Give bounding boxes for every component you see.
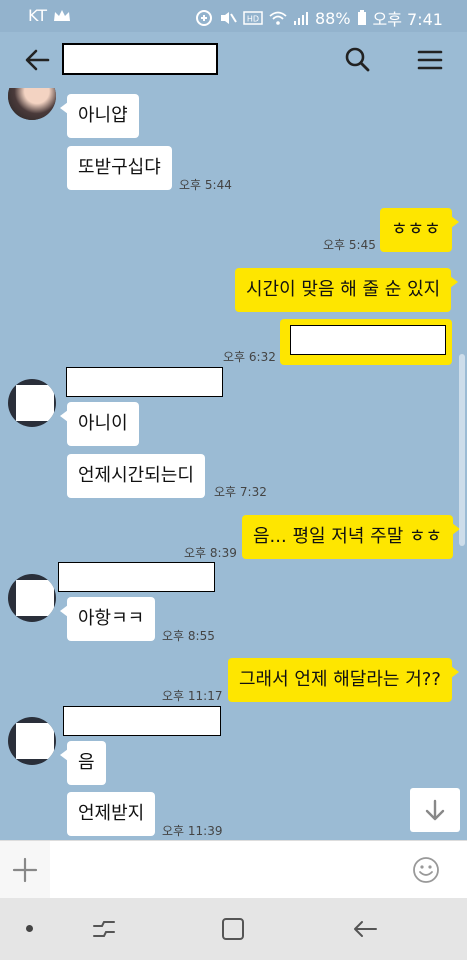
message-time: 오후 8:55	[162, 629, 215, 643]
wifi-icon	[269, 11, 287, 25]
outgoing-message[interactable]: 시간이 맞음 해 줄 순 있지	[235, 268, 459, 312]
mute-icon	[220, 12, 237, 24]
redacted-content	[290, 325, 446, 355]
message-input-bar: #	[0, 840, 467, 898]
outgoing-message[interactable]: ㅎㅎㅎ	[380, 208, 459, 252]
avatar[interactable]	[8, 88, 56, 120]
home-icon[interactable]	[220, 916, 246, 942]
incoming-message[interactable]: 아항ㅋㅋ	[59, 597, 156, 641]
signal-icon	[293, 12, 308, 25]
plus-icon[interactable]	[10, 855, 40, 885]
incoming-message[interactable]: 언제시간되는디	[67, 454, 205, 498]
carrier-label: KT	[28, 6, 48, 25]
scroll-to-bottom-button[interactable]	[410, 788, 460, 832]
status-bar: KT HD 88% 오후 7:41	[0, 0, 467, 32]
recent-apps-icon[interactable]	[90, 916, 118, 942]
incoming-message[interactable]: 음	[60, 741, 106, 785]
nav-back-icon[interactable]	[350, 916, 380, 942]
battery-percent: 88%	[314, 8, 351, 28]
search-icon[interactable]	[340, 42, 376, 78]
message-time: 오후 6:32	[223, 350, 276, 364]
incoming-message[interactable]: 언제받지	[67, 792, 156, 836]
message-time: 오후 7:32	[214, 485, 267, 499]
crown-icon	[54, 9, 71, 21]
message-time: 오후 5:44	[179, 178, 232, 192]
sync-icon	[195, 10, 212, 26]
avatar-redacted	[16, 385, 54, 421]
nav-dot-icon[interactable]	[26, 925, 33, 932]
message-time: 오후 11:39	[162, 824, 223, 838]
scrollbar[interactable]	[459, 354, 465, 546]
incoming-message[interactable]: 아니얍	[60, 94, 139, 138]
chat-title-redacted	[62, 43, 218, 75]
message-time: 오후 5:45	[323, 238, 376, 252]
message-time: 오후 11:17	[162, 689, 223, 703]
emoji-icon[interactable]	[412, 856, 440, 884]
avatar[interactable]	[8, 574, 56, 622]
outgoing-message-redacted[interactable]	[280, 319, 452, 365]
avatar-redacted	[16, 723, 54, 759]
sender-name-redacted	[63, 706, 221, 736]
arrow-down-icon	[425, 799, 445, 821]
chat-area[interactable]: 아니얍 또받구십댜 오후 5:44 오후 5:45 ㅎㅎㅎ 시간이 맞음 해 줄…	[0, 88, 467, 840]
clock: 오후 7:41	[372, 10, 443, 29]
sender-name-redacted	[58, 562, 215, 592]
incoming-message[interactable]: 아니이	[60, 402, 139, 446]
outgoing-message[interactable]: 음... 평일 저녁 주말 ㅎㅎ	[242, 515, 461, 559]
avatar-photo	[8, 88, 56, 120]
back-arrow-icon[interactable]	[20, 42, 56, 78]
message-input[interactable]: #	[50, 841, 467, 898]
message-time: 오후 8:39	[184, 546, 237, 560]
chat-header	[0, 32, 467, 88]
incoming-message[interactable]: 또받구십댜	[67, 146, 172, 190]
avatar-redacted	[16, 580, 54, 616]
svg-text:HD: HD	[247, 15, 259, 24]
outgoing-message[interactable]: 그래서 언제 해달라는 거??	[228, 658, 459, 702]
battery-icon	[357, 10, 366, 25]
avatar[interactable]	[8, 717, 56, 765]
menu-icon[interactable]	[412, 42, 448, 78]
sender-name-redacted	[66, 367, 223, 397]
hd-icon: HD	[243, 11, 263, 25]
system-nav-bar	[0, 898, 467, 960]
avatar[interactable]	[8, 379, 56, 427]
